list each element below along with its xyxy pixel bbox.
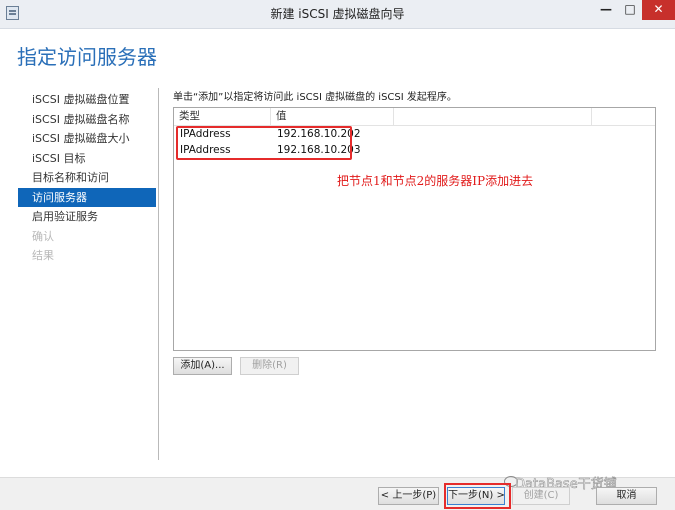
column-header-value[interactable]: 值 xyxy=(271,108,394,125)
nav-item-enable-auth[interactable]: 启用验证服务 xyxy=(18,207,156,227)
nav-item-results: 结果 xyxy=(32,249,54,262)
nav-item-access-servers[interactable]: 访问服务器 xyxy=(18,187,156,207)
next-button[interactable]: 下一步(N) > xyxy=(447,487,505,505)
create-button: 创建(C) xyxy=(512,487,570,505)
column-header-type[interactable]: 类型 xyxy=(174,108,271,125)
page-title: 指定访问服务器 xyxy=(17,45,157,69)
list-header: 类型 值 xyxy=(174,108,655,126)
remove-button: 删除(R) xyxy=(240,357,299,375)
nav-item-disk-name[interactable]: iSCSI 虚拟磁盘名称 xyxy=(18,110,156,130)
previous-button[interactable]: < 上一步(P) xyxy=(378,487,439,505)
nav-item-disk-location[interactable]: iSCSI 虚拟磁盘位置 xyxy=(18,90,156,110)
column-header-empty xyxy=(592,108,655,125)
nav-item-target-name-access[interactable]: 目标名称和访问 xyxy=(18,168,156,188)
nav-item-disk-size[interactable]: iSCSI 虚拟磁盘大小 xyxy=(18,129,156,149)
access-servers-list[interactable]: 类型 值 IPAddress 192.168.10.202 IPAddress … xyxy=(173,107,656,351)
minimize-button[interactable]: — xyxy=(594,0,618,20)
annotation-text: 把节点1和节点2的服务器IP添加进去 xyxy=(337,174,534,188)
column-header-empty xyxy=(394,108,592,125)
window-title: 新建 iSCSI 虚拟磁盘向导 xyxy=(270,7,405,21)
highlight-box xyxy=(176,126,352,160)
title-bar: 新建 iSCSI 虚拟磁盘向导 — □ ✕ xyxy=(0,0,675,29)
close-button[interactable]: ✕ xyxy=(642,0,675,20)
nav-divider xyxy=(158,88,159,460)
add-button[interactable]: 添加(A)... xyxy=(173,357,232,375)
instruction-text: 单击“添加”以指定将访问此 iSCSI 虚拟磁盘的 iSCSI 发起程序。 xyxy=(173,92,457,103)
wizard-nav: iSCSI 虚拟磁盘位置 iSCSI 虚拟磁盘名称 iSCSI 虚拟磁盘大小 i… xyxy=(18,90,156,266)
cancel-button[interactable]: 取消 xyxy=(596,487,657,505)
nav-item-confirm: 确认 xyxy=(32,229,54,243)
nav-item-iscsi-target[interactable]: iSCSI 目标 xyxy=(18,149,156,169)
maximize-button[interactable]: □ xyxy=(618,0,642,20)
